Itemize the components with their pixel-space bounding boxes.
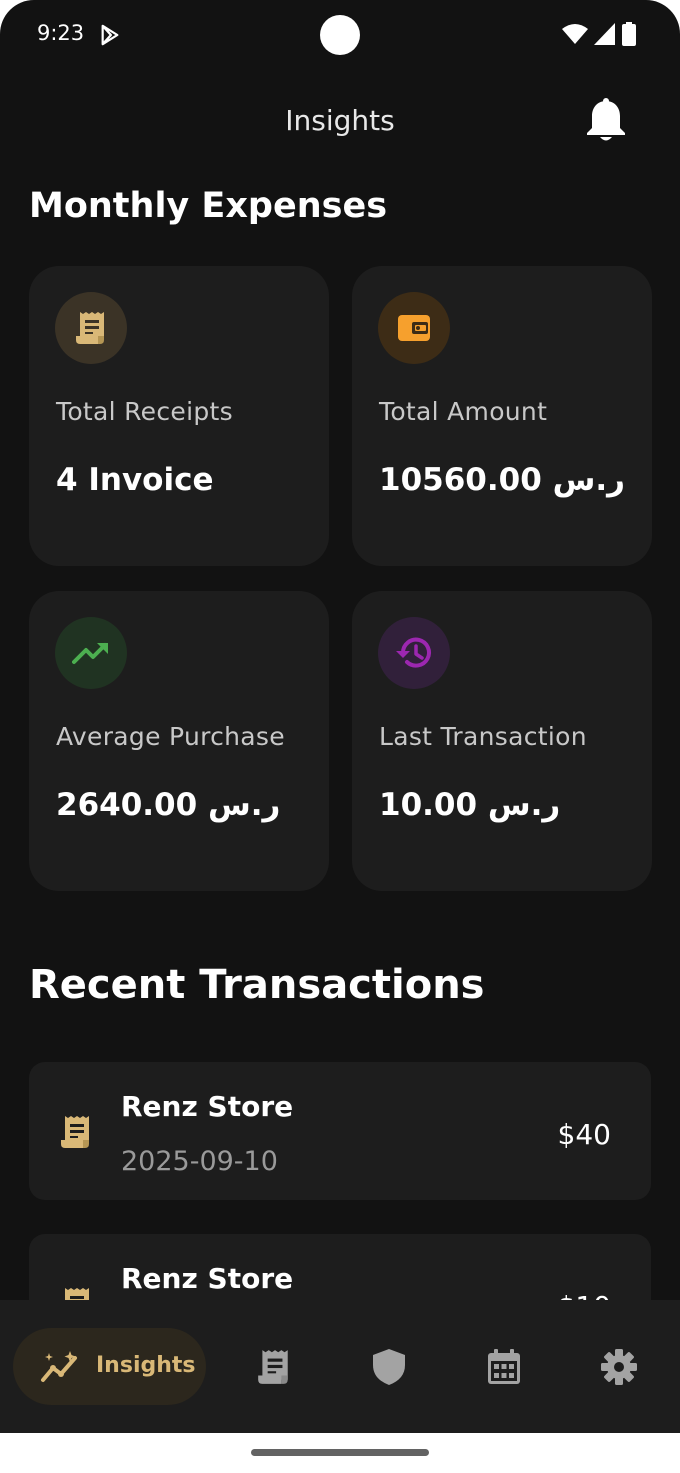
app-screen: 9:23 Insights Monthly Expenses Total Rec… <box>0 0 680 1433</box>
bell-icon[interactable] <box>585 98 627 144</box>
wifi-icon <box>562 24 588 44</box>
history-icon <box>396 637 431 668</box>
wallet-icon <box>398 315 430 341</box>
card-value: 4 Invoice <box>56 462 214 498</box>
average-purchase-card[interactable]: Average Purchase 2640.00 ر.س <box>29 591 329 891</box>
total-receipts-card[interactable]: Total Receipts 4 Invoice <box>29 266 329 566</box>
bottom-navigation: Insights <box>0 1300 680 1433</box>
transaction-amount: $40 <box>557 1118 611 1151</box>
page-title: Insights <box>285 104 395 137</box>
nav-item-insights[interactable]: Insights <box>13 1328 206 1405</box>
signal-icon <box>594 23 615 45</box>
monthly-expenses-heading: Monthly Expenses <box>29 186 388 226</box>
gesture-handle[interactable] <box>251 1449 429 1456</box>
last-transaction-card[interactable]: Last Transaction 10.00 ر.س <box>352 591 652 891</box>
card-value: 10560.00 ر.س <box>379 462 625 498</box>
last-transaction-icon-circle <box>378 617 450 689</box>
total-amount-card[interactable]: Total Amount 10560.00 ر.س <box>352 266 652 566</box>
trending-up-icon <box>72 643 108 664</box>
battery-icon <box>622 22 636 46</box>
recent-transactions-heading: Recent Transactions <box>29 962 485 1008</box>
status-bar: 9:23 <box>0 0 680 70</box>
average-purchase-icon-circle <box>55 617 127 689</box>
insights-icon <box>41 1351 77 1382</box>
card-label: Total Amount <box>379 397 548 426</box>
camera-cutout <box>320 15 360 55</box>
card-label: Total Receipts <box>56 397 233 426</box>
receipt-icon <box>76 312 104 344</box>
receipt-icon <box>61 1116 89 1148</box>
transaction-store-name: Renz Store <box>121 1262 294 1295</box>
transaction-store-name: Renz Store <box>121 1090 294 1123</box>
nav-item-calendar-icon[interactable] <box>485 1348 523 1386</box>
transaction-row[interactable]: Renz Store 2025-09-10 $40 <box>29 1062 651 1200</box>
nav-item-shield-icon[interactable] <box>370 1348 408 1386</box>
card-value: 10.00 ر.س <box>379 787 561 823</box>
system-icons <box>562 22 636 46</box>
nav-item-settings-icon[interactable] <box>600 1348 638 1386</box>
play-store-icon <box>101 24 119 46</box>
total-receipts-icon-circle <box>55 292 127 364</box>
nav-label-insights: Insights <box>96 1353 196 1378</box>
card-label: Last Transaction <box>379 722 587 751</box>
card-label: Average Purchase <box>56 722 285 751</box>
nav-item-receipts-icon[interactable] <box>255 1348 293 1386</box>
status-time: 9:23 <box>37 21 85 45</box>
transaction-date: 2025-09-10 <box>121 1146 278 1177</box>
total-amount-icon-circle <box>378 292 450 364</box>
card-value: 2640.00 ر.س <box>56 787 281 823</box>
